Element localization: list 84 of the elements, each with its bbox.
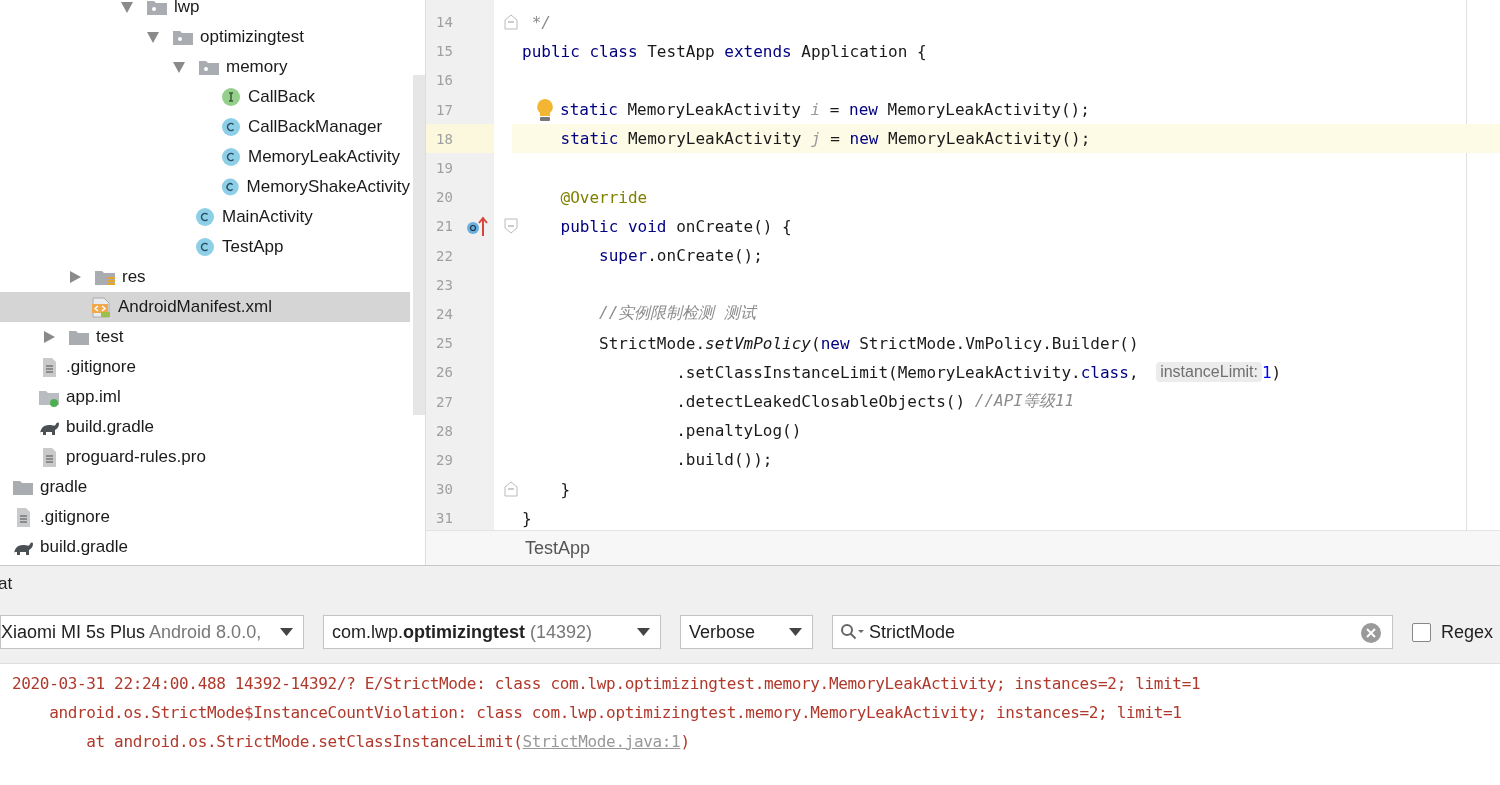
code-line: } — [559, 478, 572, 501]
tree-item[interactable]: app.iml — [0, 382, 410, 412]
fold-marker-icon[interactable] — [504, 14, 518, 31]
caret-icon — [637, 628, 650, 636]
code-line: static MemoryLeakActivity i = new MemoryLeakActivity(); — [560, 99, 1091, 122]
tree-item[interactable]: proguard-rules.pro — [0, 442, 410, 472]
class-icon — [220, 116, 242, 138]
log-line: android.os.StrictMode$InstanceCountViolation: class com.lwp.optimizingtest.memory.MemoryLeakActivity; instances=2; limit=1 — [48, 703, 1182, 722]
tree-item[interactable]: test — [0, 322, 410, 352]
override-icon[interactable] — [466, 215, 488, 238]
code-line: //实例限制检测 测试 — [598, 302, 759, 325]
log-line: 2020-03-31 22:24:00.488 14392-14392/? E/StrictMode: class com.lwp.optimizingtest.memory.MemoryLeakActivity; instances=2; limit=1 — [12, 674, 1201, 693]
device-dropdown[interactable]: Xiaomi MI 5s Plus Android 8.0.0, — [0, 615, 304, 649]
line-number: 31 — [436, 510, 454, 527]
line-number: 23 — [436, 276, 454, 293]
code-line: public class TestApp extends Application { — [522, 40, 928, 63]
class-icon — [194, 236, 216, 258]
tree-item[interactable]: build.gradle — [0, 412, 410, 442]
line-number: 14 — [436, 14, 454, 31]
line-number: 18 — [436, 130, 454, 147]
tree-item[interactable]: TestApp — [0, 232, 410, 262]
line-number: 25 — [436, 335, 454, 352]
line-number: 24 — [436, 305, 454, 322]
class-icon — [220, 146, 242, 168]
line-number: 27 — [436, 393, 454, 410]
class-icon — [194, 206, 216, 228]
log-level-dropdown[interactable]: Verbose — [680, 615, 813, 649]
line-number: 15 — [436, 43, 454, 60]
lightbulb-icon[interactable] — [534, 97, 556, 122]
search-icon[interactable] — [840, 623, 866, 641]
tree-item[interactable]: res — [0, 262, 410, 292]
tree-item[interactable]: MainActivity — [0, 202, 410, 232]
line-number: 22 — [436, 247, 454, 264]
code-line: @Override — [559, 186, 649, 209]
tree-item[interactable]: gradle — [0, 472, 410, 502]
collapsed-arrow-icon[interactable] — [68, 270, 82, 284]
tree-item[interactable]: MemoryShakeActivity — [0, 172, 410, 202]
line-number: 20 — [436, 189, 454, 206]
collapsed-arrow-icon[interactable] — [42, 330, 56, 344]
tree-item[interactable]: .gitignore — [0, 352, 410, 382]
code-line: */ — [530, 11, 552, 34]
code-line: super.onCreate(); — [598, 245, 764, 268]
tree-item[interactable]: memory — [0, 52, 410, 82]
log-line: at android.os.StrictMode.setClassInstanceLimit(StrictMode.java:1) — [85, 732, 690, 751]
manifest-file-icon — [90, 296, 112, 318]
caret-icon — [789, 628, 802, 636]
code-line: .detectLeakedClosableObjects() //API等级11 — [675, 390, 1076, 414]
code-line: public void onCreate() { — [559, 215, 793, 238]
regex-checkbox[interactable] — [1412, 622, 1431, 642]
line-number: 30 — [436, 481, 454, 498]
expanded-arrow-icon[interactable] — [172, 60, 186, 74]
fold-marker-icon[interactable] — [504, 218, 518, 235]
code-line: StrictMode.setVmPolicy(new StrictMode.VmPolicy.Builder() — [598, 332, 1140, 355]
line-number: 16 — [436, 72, 454, 89]
tree-item[interactable]: optimizingtest — [0, 22, 410, 52]
expanded-arrow-icon[interactable] — [146, 30, 160, 44]
class-icon — [220, 176, 241, 198]
tree-item[interactable]: .gitignore — [0, 502, 410, 532]
checkbox-label: Regex — [1441, 621, 1494, 643]
process-dropdown[interactable]: com.lwp.optimizingtest (14392) — [323, 615, 661, 649]
line-number: 17 — [436, 101, 454, 118]
scrollbar[interactable] — [413, 75, 425, 415]
tree-item[interactable]: MemoryLeakActivity — [0, 142, 410, 172]
expanded-arrow-icon[interactable] — [120, 0, 134, 14]
code-line: .penaltyLog() — [675, 420, 803, 443]
breadcrumb-item: TestApp — [525, 537, 591, 559]
tree-item[interactable]: CallBackManager — [0, 112, 410, 142]
line-number: 29 — [436, 451, 454, 468]
line-number: 21 — [436, 218, 454, 235]
line-number: 19 — [436, 160, 454, 177]
code-line: .build()); — [675, 449, 774, 472]
tree-item[interactable]: CallBack — [0, 82, 410, 112]
fold-marker-icon[interactable] — [504, 481, 518, 498]
tree-item[interactable]: lwp — [0, 0, 410, 22]
tree-item[interactable]: AndroidManifest.xml — [0, 292, 410, 322]
code-line: .setClassInstanceLimit(MemoryLeakActivity.class, instanceLimit: 1) — [675, 361, 1283, 385]
code-line: } — [522, 507, 533, 530]
search-field[interactable]: StrictMode — [832, 615, 1393, 649]
caret-icon — [280, 628, 293, 636]
interface-icon — [220, 86, 242, 108]
line-number: 26 — [436, 364, 454, 381]
clear-icon[interactable] — [1361, 623, 1381, 643]
tree-item[interactable]: build.gradle — [0, 532, 410, 562]
line-number: 28 — [436, 422, 454, 439]
